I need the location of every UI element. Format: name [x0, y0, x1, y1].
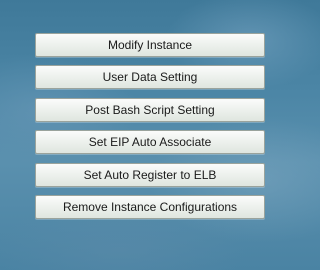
instance-actions-menu: Modify Instance User Data Setting Post B…: [35, 33, 265, 227]
post-bash-script-setting-button[interactable]: Post Bash Script Setting: [35, 97, 265, 122]
set-auto-register-elb-button[interactable]: Set Auto Register to ELB: [35, 162, 265, 187]
user-data-setting-button[interactable]: User Data Setting: [35, 65, 265, 90]
remove-instance-configurations-button[interactable]: Remove Instance Configurations: [35, 194, 265, 219]
modify-instance-button[interactable]: Modify Instance: [35, 33, 265, 57]
set-eip-auto-associate-button[interactable]: Set EIP Auto Associate: [35, 130, 265, 155]
